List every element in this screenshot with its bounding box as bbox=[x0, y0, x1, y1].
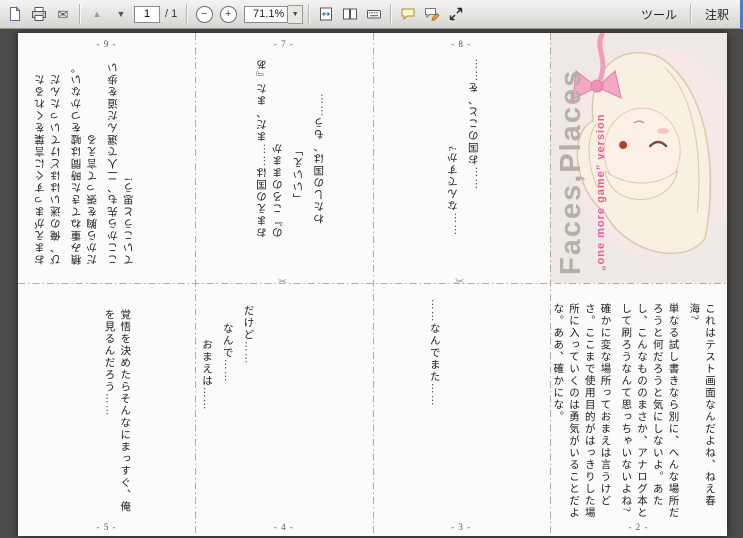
document-icon bbox=[10, 6, 21, 21]
print-button[interactable] bbox=[28, 3, 50, 25]
text-column: ……なんですか? bbox=[447, 144, 459, 235]
text-column: 「いいえ」 bbox=[293, 144, 305, 204]
text-column: おまえがまっすぐに言葉をくれるたび、俺の迷いはほどけていったんだ bbox=[35, 73, 62, 265]
fold-line bbox=[372, 33, 374, 536]
arrow-down-icon: ▼ bbox=[116, 8, 126, 19]
rotated-content: おまえがまっすぐに言葉をくれるたび、俺の迷いはほどけていったんだ 積み重ねてきた… bbox=[18, 33, 195, 283]
envelope-icon: ✉ bbox=[57, 6, 69, 22]
page-number: - 5 - bbox=[96, 522, 117, 532]
booklet-page-5: 覚悟を決めたらそんなにまっすぐ、俺を見るんだろう…… - 5 - bbox=[18, 283, 195, 536]
text-column: だけど…… bbox=[242, 305, 254, 365]
toolbar-separator bbox=[79, 4, 81, 24]
page-number: - 9 - bbox=[96, 39, 117, 49]
text-column: 積み重ねてきた時間は嘘をつかない。だから胸を張って言える bbox=[71, 61, 99, 265]
page-number: - 4 - bbox=[273, 522, 294, 532]
booklet-page-2: これはテスト画面なんだよね、ねえ春海? 単なる試し書きなら別に、へんな場所だろう… bbox=[550, 283, 727, 536]
page-text-block: ……なんですか? ……お国のこと、を…… bbox=[446, 45, 483, 235]
next-page-button[interactable]: ▼ bbox=[110, 3, 132, 25]
cover-title-block: Faces,Places „one more game” version bbox=[555, 37, 607, 275]
text-column: 単なる試し書きなら別に、へんな場所だろうと何だろうと気にしないよ。あたし、こんな… bbox=[620, 303, 679, 519]
markup-button[interactable] bbox=[421, 3, 443, 25]
page-text-block: だけど…… なんで…… おまえは…… bbox=[198, 305, 255, 515]
page-number-input[interactable] bbox=[134, 5, 160, 23]
fold-line bbox=[549, 33, 551, 536]
booklet-page-4: だけど…… なんで…… おまえは…… - 4 - bbox=[195, 283, 372, 536]
text-column: なんで…… bbox=[221, 323, 233, 383]
email-button[interactable]: ✉ bbox=[52, 3, 74, 25]
page-text-block: 覚悟を決めたらそんなにまっすぐ、俺を見るんだろう…… bbox=[101, 309, 133, 515]
toolbar-separator bbox=[390, 4, 393, 24]
booklet-page-8: ……なんですか? ……お国のこと、を…… - 8 - bbox=[373, 33, 550, 283]
page-number: - 7 - bbox=[273, 39, 294, 49]
text-column: ……お国のこと、を…… bbox=[468, 57, 480, 189]
zoom-out-icon: − bbox=[195, 5, 213, 23]
document-canvas[interactable]: おまえがまっすぐに言葉をくれるたび、俺の迷いはほどけていったんだ 積み重ねてきた… bbox=[0, 29, 743, 538]
comment-bubble-icon bbox=[401, 8, 415, 21]
tools-panel-button[interactable]: ツール bbox=[631, 6, 687, 23]
text-column: ここから先も、二人で選んだ道を歩いていこうと思う! bbox=[108, 61, 135, 265]
rotated-content: Faces,Places „one more game” version bbox=[549, 33, 727, 283]
zoom-in-icon: + bbox=[219, 5, 237, 23]
two-page-icon bbox=[343, 8, 358, 20]
previous-page-button[interactable]: ▲ bbox=[86, 3, 108, 25]
printer-icon bbox=[32, 7, 46, 21]
cover-subtitle: „one more game” version bbox=[594, 113, 607, 272]
page-text-block: ……なんでまた…… bbox=[426, 299, 442, 499]
arrow-up-icon: ▲ bbox=[92, 8, 102, 19]
rotated-content: おまえの国は……まだ、また『あの』ころのままか 「いいえ」 わたしの国は、もう…… bbox=[195, 33, 372, 283]
booklet-page-9: おまえがまっすぐに言葉をくれるたび、俺の迷いはほどけていったんだ 積み重ねてきた… bbox=[18, 33, 195, 283]
page-text-block: これはテスト画面なんだよね、ねえ春海? 単なる試し書きなら別に、へんな場所だろう… bbox=[550, 303, 717, 521]
bubble-pencil-icon bbox=[425, 8, 440, 22]
chevron-down-icon[interactable]: ▼ bbox=[288, 4, 304, 24]
page-number: - 8 - bbox=[451, 39, 472, 49]
page-number: - 3 - bbox=[451, 522, 472, 532]
reading-mode-button[interactable] bbox=[363, 3, 385, 25]
page-text-block: おまえがまっすぐに言葉をくれるたび、俺の迷いはほどけていったんだ 積み重ねてきた… bbox=[33, 53, 138, 265]
booklet-cover: Faces,Places „one more game” version bbox=[549, 33, 727, 283]
fold-line bbox=[195, 33, 197, 536]
cover-title: Faces,Places bbox=[554, 68, 587, 275]
booklet-page-3: ……なんでまた…… - 3 - bbox=[373, 283, 550, 536]
fit-width-icon bbox=[320, 7, 333, 21]
text-column: これはテスト画面なんだよね、ねえ春海? bbox=[688, 303, 715, 507]
booklet-page-7: おまえの国は……まだ、また『あの』ころのままか 「いいえ」 わたしの国は、もう…… bbox=[195, 33, 372, 283]
keyboard-icon bbox=[367, 10, 382, 19]
scissors-icon: ✂ bbox=[277, 275, 288, 288]
two-page-view-button[interactable] bbox=[339, 3, 361, 25]
rotated-content: ……なんですか? ……お国のこと、を…… bbox=[373, 33, 550, 283]
page-total-label: / 1 bbox=[165, 8, 178, 20]
toolbar-separator bbox=[186, 4, 189, 24]
text-column: 確かに変な場所っておまえは言うけどさ。ここまで使用目的がはっきりした場所に入って… bbox=[552, 303, 611, 519]
add-comment-button[interactable] bbox=[397, 3, 419, 25]
fold-line bbox=[18, 283, 727, 284]
page-text-block: おまえの国は……まだ、また『あの』ころのままか 「いいえ」 わたしの国は、もう…… bbox=[255, 43, 328, 238]
text-column: 覚悟を決めたらそんなにまっすぐ、俺を見るんだろう…… bbox=[103, 309, 131, 513]
pdf-page: おまえがまっすぐに言葉をくれるたび、俺の迷いはほどけていったんだ 積み重ねてきた… bbox=[18, 33, 727, 536]
expand-arrows-icon bbox=[450, 7, 463, 21]
pdf-viewer-toolbar: ✉ ▲ ▼ / 1 − + 71.1% ▼ bbox=[0, 0, 743, 29]
toolbar-separator bbox=[308, 4, 311, 24]
scissors-icon: ✂ bbox=[455, 275, 465, 288]
page-number: - 2 - bbox=[628, 522, 649, 532]
fullscreen-button[interactable] bbox=[445, 3, 467, 25]
zoom-in-button[interactable]: + bbox=[217, 3, 239, 25]
fit-width-button[interactable] bbox=[315, 3, 337, 25]
toolbar-right-panel: ツール 注釈 bbox=[631, 0, 739, 28]
zoom-level-select[interactable]: 71.1% ▼ bbox=[244, 4, 304, 24]
text-column: ……なんでまた…… bbox=[428, 299, 440, 407]
toolbar-separator bbox=[689, 4, 692, 24]
text-column: わたしの国は、もう…… bbox=[314, 92, 326, 224]
zoom-level-value: 71.1% bbox=[244, 5, 289, 23]
text-column: おまえの国は……まだ、また『あの』ころのままか bbox=[257, 58, 284, 238]
zoom-out-button[interactable]: − bbox=[193, 3, 215, 25]
comment-panel-button[interactable]: 注釈 bbox=[695, 6, 739, 23]
text-column: おまえは…… bbox=[201, 339, 212, 411]
document-button[interactable] bbox=[4, 3, 26, 25]
